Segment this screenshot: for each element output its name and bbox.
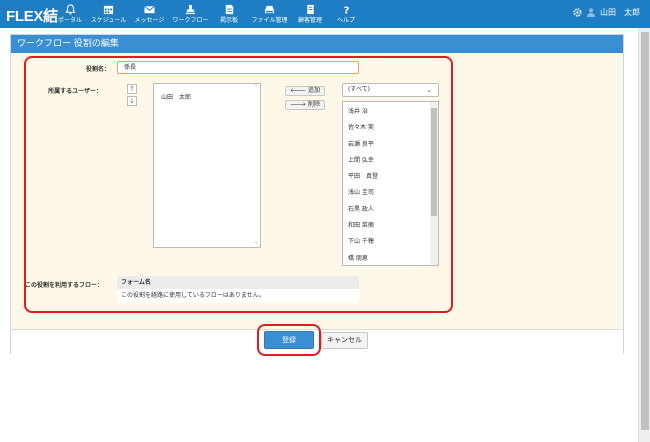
candidate-item[interactable]: 石黒 政人 [343,202,438,218]
nav-message[interactable]: メッセージ [129,0,170,28]
nav-label: ポータル [57,17,82,24]
candidate-item[interactable]: 佐々木 実 [343,120,438,136]
add-button-label: 追加 [308,87,321,94]
nav-portal[interactable]: ポータル [52,0,88,28]
candidate-item[interactable]: 平田 真登 [343,169,438,185]
nav-label: ヘルプ [336,17,355,24]
scroll-up-icon[interactable]: ⌃ [254,84,258,90]
customer-icon [306,4,314,15]
nav-board[interactable]: 掲示板 [211,0,247,28]
candidate-item[interactable]: 上間 弘幸 [343,153,438,169]
candidate-item[interactable]: 浅山 圭司 [343,185,438,201]
candidate-scrollbar-thumb[interactable] [431,108,437,216]
drive-icon [264,5,275,14]
panel-title: ワークフロー 役割の編集 [11,35,623,53]
candidate-item[interactable]: 和田 菜摘 [343,218,438,234]
user-name[interactable]: 山田 太郎 [600,7,640,18]
nav-help[interactable]: ? ヘルプ [328,0,364,28]
nav-schedule[interactable]: スケジュール [88,0,129,28]
cancel-button[interactable]: キャンセル [321,332,368,349]
user-icon [587,8,595,17]
nav-label: メッセージ [134,17,165,24]
scroll-down-icon[interactable]: ⌄ [254,239,258,245]
arrow-left-icon: 🡐 [289,87,307,94]
candidate-scrollbar[interactable] [430,102,438,265]
top-nav-bar: FLEX結 ポータル スケジュール メッセージ ワークフロー 掲示板 ファイル管… [0,0,650,28]
users-label: 所属するユーザー： [48,88,102,95]
flows-table: フォーム名 この役割を経路に使用しているフローはありません。 [117,276,359,303]
move-down-button[interactable]: 🡓 [127,96,137,106]
arrow-right-icon: 🡒 [289,101,307,108]
candidate-item[interactable]: 浅井 治 [343,104,438,120]
nav-label: ワークフロー [172,17,209,24]
bell-icon [64,4,76,15]
nav-label: ファイル管理 [251,17,288,24]
stamp-icon [185,4,196,15]
add-button[interactable]: 🡐 追加 [285,86,325,96]
page-scrollbar-thumb[interactable] [641,32,649,430]
nav-label: 掲示板 [219,17,238,24]
role-name-label: 役割名： [85,66,110,73]
role-name-input[interactable]: 係長 [117,61,359,74]
group-filter-value: (すべて) [348,86,371,93]
help-icon: ? [343,6,349,15]
member-listbox[interactable]: 山田 太郎 ⌃ ⌄ [153,83,261,248]
nav-customer[interactable]: 顧客管理 [292,0,328,28]
group-filter-select[interactable]: (すべて) ⌄ [342,83,439,97]
remove-button-label: 削除 [308,101,321,108]
flows-label: この役割を利用するフロー： [24,282,103,289]
candidate-listbox[interactable]: 浅井 治 佐々木 実 岩瀬 良平 上間 弘幸 平田 真登 浅山 圭司 石黒 政人… [342,101,439,266]
main-nav: ポータル スケジュール メッセージ ワークフロー 掲示板 ファイル管理 顧客管理… [52,0,364,28]
gear-icon[interactable] [573,8,582,17]
mail-icon [144,5,155,14]
candidate-item[interactable]: 下山 千穂 [343,234,438,250]
nav-workflow[interactable]: ワークフロー [170,0,211,28]
submit-button[interactable]: 登録 [264,331,314,349]
remove-button[interactable]: 🡒 削除 [285,100,325,110]
user-menu[interactable]: 山田 太郎 [573,7,640,18]
candidate-item[interactable]: 橋 朋恵 [343,251,438,265]
nav-label: 顧客管理 [297,17,322,24]
calendar-icon [103,5,114,15]
candidate-item[interactable]: 岩瀬 良平 [343,137,438,153]
move-up-button[interactable]: 🡑 [127,84,137,94]
flows-table-empty: この役割を経路に使用しているフローはありません。 [117,289,359,303]
flows-table-header: フォーム名 [117,276,359,289]
page-scrollbar[interactable] [638,28,650,442]
board-icon [225,4,233,15]
member-item[interactable]: 山田 太郎 [161,92,191,101]
app-logo[interactable]: FLEX結 [6,5,58,26]
svg-text:?: ? [343,6,349,15]
chevron-down-icon: ⌄ [426,86,432,94]
nav-label: スケジュール [90,17,127,24]
nav-file[interactable]: ファイル管理 [247,0,292,28]
